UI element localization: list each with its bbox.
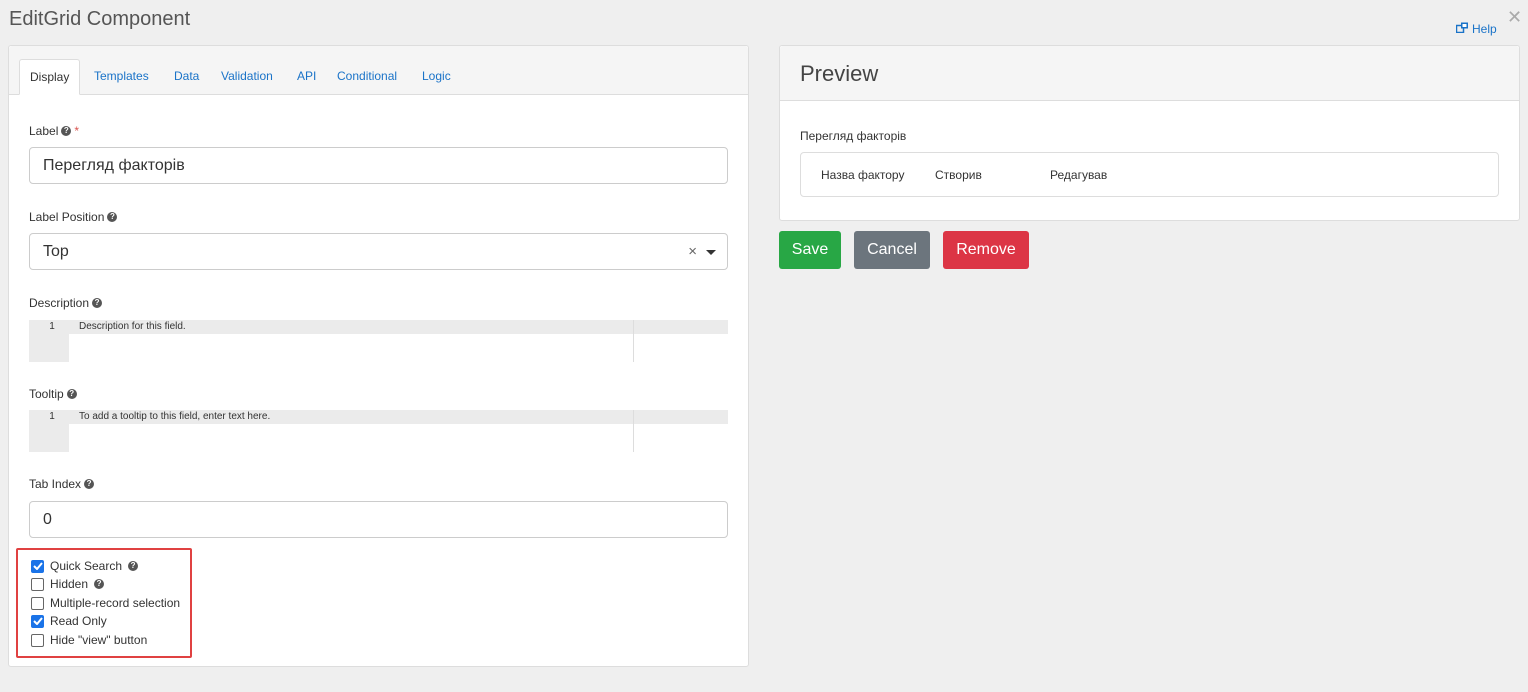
- settings-tabs: Display Templates Data Validation API Co…: [9, 46, 748, 95]
- tab-api[interactable]: API: [287, 59, 326, 95]
- hidden-checkbox[interactable]: [31, 577, 44, 591]
- required-mark: *: [74, 124, 80, 138]
- tab-logic[interactable]: Logic: [412, 59, 461, 95]
- tab-index-label: Tab Index ?: [29, 477, 95, 491]
- help-icon: ?: [66, 389, 77, 399]
- description-placeholder: Description for this field.: [79, 321, 186, 332]
- label-input[interactable]: Перегляд факторів: [29, 147, 728, 184]
- highlighted-checkbox-group: Quick Search ? Hidden ? Multiple-record …: [16, 548, 192, 658]
- label-field-label: Label ? *: [29, 124, 80, 138]
- cancel-button[interactable]: Cancel: [854, 231, 930, 269]
- preview-header: Preview: [780, 46, 1519, 101]
- tab-display[interactable]: Display: [19, 59, 81, 95]
- multiple-record-selection-option[interactable]: Multiple-record selection: [31, 595, 180, 611]
- chevron-down-icon[interactable]: [706, 250, 716, 255]
- dialog-title: EditGrid Component: [9, 8, 191, 30]
- grid-column-header: Створив: [935, 168, 982, 182]
- help-icon: ?: [92, 298, 103, 308]
- tab-index-input[interactable]: 0: [29, 501, 728, 538]
- hidden-option[interactable]: Hidden ?: [31, 576, 105, 592]
- help-label: Help: [1472, 22, 1497, 36]
- help-icon: ?: [94, 579, 105, 589]
- read-only-option[interactable]: Read Only: [31, 613, 107, 629]
- read-only-checkbox[interactable]: [31, 614, 44, 628]
- tab-templates[interactable]: Templates: [84, 59, 159, 95]
- save-button[interactable]: Save: [779, 231, 841, 269]
- print-margin: [633, 320, 634, 362]
- preview-panel: Preview Перегляд факторів Назва фактору …: [779, 45, 1520, 221]
- tooltip-label: Tooltip ?: [29, 387, 77, 401]
- preview-field-label: Перегляд факторів: [800, 129, 907, 143]
- preview-edit-grid: Назва фактору Створив Редагував: [800, 152, 1499, 197]
- remove-button[interactable]: Remove: [943, 231, 1029, 269]
- external-link-icon: [1455, 22, 1469, 36]
- quick-search-option[interactable]: Quick Search ?: [31, 558, 139, 574]
- line-number: 1: [49, 411, 55, 422]
- description-editor[interactable]: 1 Description for this field.: [29, 320, 728, 362]
- tab-data[interactable]: Data: [164, 59, 209, 95]
- clear-icon[interactable]: ×: [688, 243, 697, 260]
- tooltip-placeholder: To add a tooltip to this field, enter te…: [79, 411, 271, 422]
- quick-search-checkbox[interactable]: [31, 559, 44, 573]
- print-margin: [633, 410, 634, 452]
- close-icon[interactable]: ✕: [1507, 8, 1522, 26]
- description-label: Description ?: [29, 296, 103, 310]
- preview-title: Preview: [800, 61, 879, 86]
- grid-column-header: Редагував: [1050, 168, 1108, 182]
- tooltip-editor[interactable]: 1 To add a tooltip to this field, enter …: [29, 410, 728, 452]
- label-position-select[interactable]: Top ×: [29, 233, 728, 270]
- component-settings-panel: Display Templates Data Validation API Co…: [8, 45, 749, 667]
- grid-column-header: Назва фактору: [821, 168, 905, 182]
- hide-view-button-option[interactable]: Hide "view" button: [31, 632, 147, 648]
- help-icon: ?: [84, 479, 95, 489]
- tab-conditional[interactable]: Conditional: [327, 59, 407, 95]
- label-position-label: Label Position ?: [29, 210, 118, 224]
- tab-validation[interactable]: Validation: [211, 59, 283, 95]
- help-icon: ?: [61, 126, 72, 136]
- multiple-record-selection-checkbox[interactable]: [31, 596, 44, 610]
- help-icon: ?: [128, 561, 139, 571]
- hide-view-button-checkbox[interactable]: [31, 633, 44, 647]
- help-icon: ?: [107, 212, 118, 222]
- help-link[interactable]: Help: [1455, 22, 1497, 36]
- line-number: 1: [49, 321, 55, 332]
